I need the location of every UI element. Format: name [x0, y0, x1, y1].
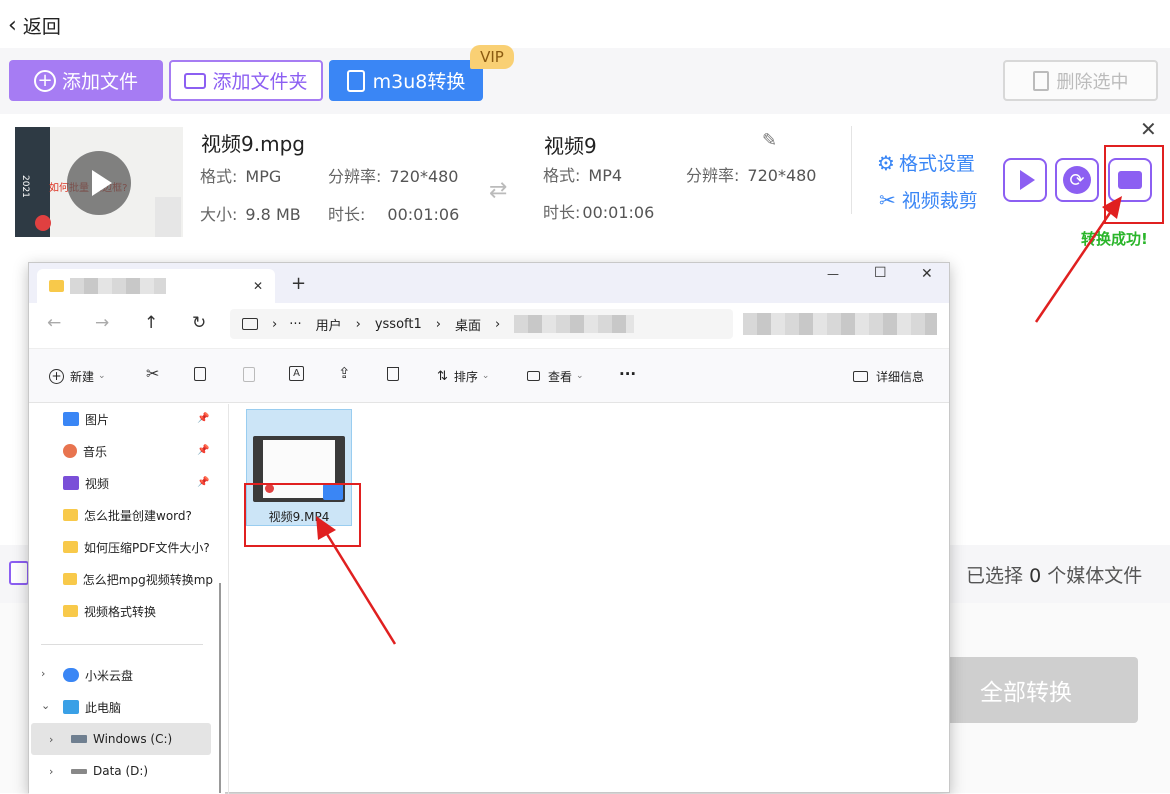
arrow-head — [316, 516, 336, 540]
arrow-head — [1102, 196, 1122, 219]
arrow-to-folder-button — [1034, 203, 1118, 323]
arrow-to-output-file — [320, 525, 397, 645]
annotation-arrows — [316, 196, 1122, 645]
